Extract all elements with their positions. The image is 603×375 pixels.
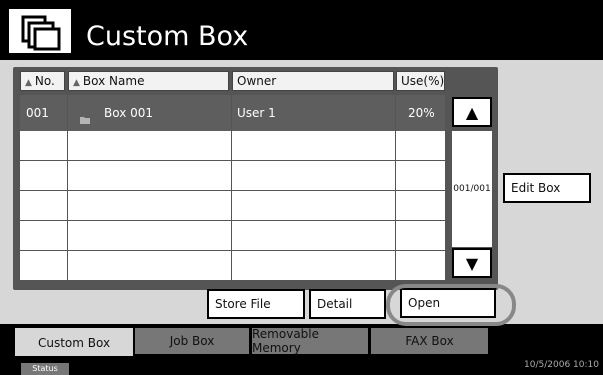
edit-box-button[interactable]: Edit Box — [503, 173, 591, 203]
column-header-no[interactable]: ▲ No. — [20, 71, 65, 91]
cell-owner: User 1 — [237, 106, 276, 120]
column-divider — [395, 95, 396, 280]
table-row-empty[interactable] — [20, 221, 445, 250]
box-stack-icon — [9, 9, 71, 53]
store-file-button[interactable]: Store File — [207, 289, 305, 319]
scroll-up-icon: ▲ — [465, 102, 479, 122]
tab-job-box[interactable]: Job Box — [134, 327, 250, 355]
status-button[interactable]: Status — [21, 363, 69, 375]
table-row-empty[interactable] — [20, 251, 445, 280]
column-divider — [231, 95, 232, 280]
page-title: Custom Box — [86, 21, 249, 52]
table-row-empty[interactable] — [20, 131, 445, 160]
column-header-use[interactable]: Use(%) — [396, 71, 445, 91]
tab-fax-box[interactable]: FAX Box — [370, 327, 489, 355]
open-button-highlight — [386, 284, 516, 326]
cell-no: 001 — [26, 106, 49, 120]
status-bar — [0, 356, 603, 372]
table-row-empty[interactable] — [20, 191, 445, 220]
cell-box-name: Box 001 — [104, 106, 154, 120]
cell-use: 20% — [408, 106, 435, 120]
scroll-down-icon: ▼ — [465, 253, 479, 273]
tab-custom-box[interactable]: Custom Box — [14, 327, 134, 357]
sort-ascending-icon: ▲ — [73, 78, 80, 88]
detail-button[interactable]: Detail — [309, 289, 386, 319]
tab-removable-memory[interactable]: Removable Memory — [251, 327, 369, 355]
folder-icon — [80, 109, 90, 128]
page-indicator: 001/001 — [452, 131, 492, 247]
column-header-box-name[interactable]: ▲ Box Name — [68, 71, 229, 91]
scroll-up-button[interactable]: ▲ — [452, 97, 492, 127]
sort-ascending-icon: ▲ — [25, 78, 32, 88]
column-header-owner[interactable]: Owner — [232, 71, 394, 91]
table-row-empty[interactable] — [20, 161, 445, 190]
scroll-down-button[interactable]: ▼ — [452, 248, 492, 278]
column-divider — [67, 95, 68, 280]
date-time: 10/5/2006 10:10 — [524, 360, 599, 370]
